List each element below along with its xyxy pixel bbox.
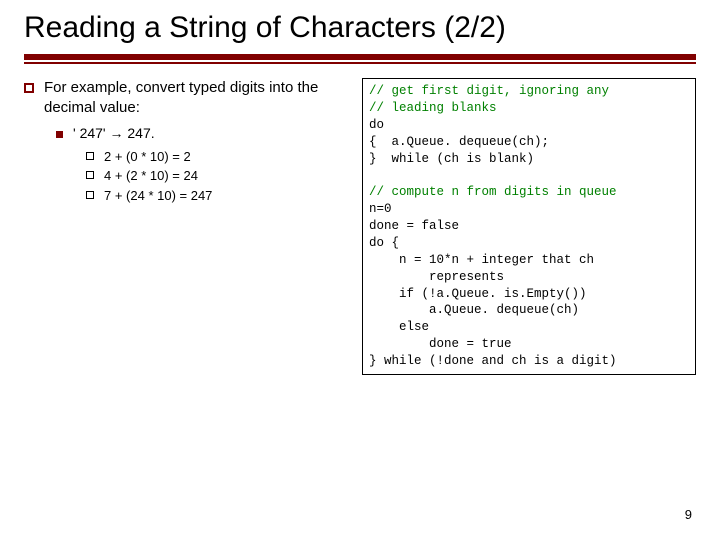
divider-thick — [24, 54, 696, 60]
code-line: represents — [369, 270, 504, 284]
code-line: do — [369, 118, 384, 132]
step-1: 2 + (0 * 10) = 2 — [104, 147, 191, 167]
open-square-icon — [24, 83, 34, 93]
code-line: n = 10*n + integer that ch — [369, 253, 594, 267]
code-line: if (!a.Queue. is.Empty()) — [369, 287, 587, 301]
open-box-icon — [86, 152, 94, 160]
code-line: done = true — [369, 337, 512, 351]
step-3: 7 + (24 * 10) = 247 — [104, 186, 212, 206]
code-line: n=0 — [369, 202, 392, 216]
bullet-level1: For example, convert typed digits into t… — [24, 78, 348, 119]
intro-text: For example, convert typed digits into t… — [44, 78, 348, 119]
bullet-level3: 2 + (0 * 10) = 2 — [86, 147, 348, 167]
bullet-level3: 4 + (2 * 10) = 24 — [86, 166, 348, 186]
slide: Reading a String of Characters (2/2) For… — [0, 0, 720, 540]
step-2: 4 + (2 * 10) = 24 — [104, 166, 198, 186]
code-line: } while (!done and ch is a digit) — [369, 354, 617, 368]
open-box-icon — [86, 171, 94, 179]
code-line: a.Queue. dequeue(ch) — [369, 303, 579, 317]
code-box: // get first digit, ignoring any // lead… — [362, 78, 696, 375]
content-row: For example, convert typed digits into t… — [24, 78, 696, 375]
bullet-level2: ' 247' → 247. — [56, 125, 348, 141]
page-number: 9 — [685, 507, 692, 522]
code-line: do { — [369, 236, 399, 250]
open-box-icon — [86, 191, 94, 199]
divider-thin — [24, 62, 696, 64]
bullet-level3: 7 + (24 * 10) = 247 — [86, 186, 348, 206]
code-comment: // get first digit, ignoring any — [369, 84, 609, 98]
code-line: done = false — [369, 219, 459, 233]
example-label: ' 247' → 247. — [73, 125, 155, 141]
code-line: { a.Queue. dequeue(ch); — [369, 135, 549, 149]
code-comment: // compute n from digits in queue — [369, 185, 617, 199]
code-line: else — [369, 320, 429, 334]
filled-square-icon — [56, 131, 63, 138]
slide-title: Reading a String of Characters (2/2) — [24, 10, 696, 46]
code-line: } while (ch is blank) — [369, 152, 534, 166]
code-comment: // leading blanks — [369, 101, 497, 115]
left-column: For example, convert typed digits into t… — [24, 78, 348, 375]
